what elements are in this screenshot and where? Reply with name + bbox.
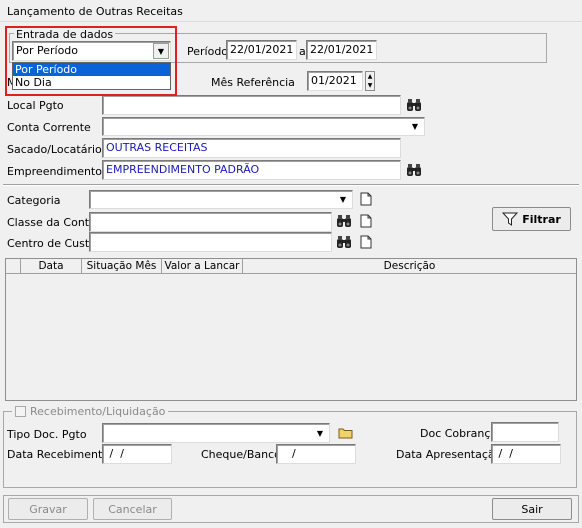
main-window: Lançamento de Outras Receitas Entrada de… [0,0,582,528]
results-grid[interactable]: Data Situação Mês Valor a Lancar Descriç… [5,258,577,401]
data-apres-label: Data Apresentação [396,448,502,461]
sacado-label: Sacado/Locatário [7,143,102,156]
periodo-end-value: 22/01/2021 [310,43,374,56]
grid-col-valor[interactable]: Valor a Lancar [162,259,243,273]
conta-corrente-select[interactable]: ▼ [102,117,425,136]
empreendimento-value: EMPREENDIMENTO PADRÃO [106,163,260,176]
window-title: Lançamento de Outras Receitas [0,0,582,22]
empreendimento-field[interactable]: EMPREENDIMENTO PADRÃO [102,160,401,180]
grid-col-descricao[interactable]: Descrição [243,259,576,273]
sacado-field[interactable]: OUTRAS RECEITAS [102,138,401,158]
centro-field[interactable] [89,232,332,252]
grid-col-data[interactable]: Data [21,259,82,273]
sacado-value: OUTRAS RECEITAS [106,141,208,154]
categoria-select[interactable]: ▼ [89,190,353,209]
periodo-end-field[interactable]: 22/01/2021 [306,40,377,60]
gravar-button[interactable]: Gravar [8,498,88,520]
grid-col-situacao[interactable]: Situação Mês [82,259,162,273]
filtrar-label: Filtrar [522,212,561,226]
data-apres-value: / / [495,447,513,460]
classe-field[interactable] [89,212,332,232]
data-receb-value: / / [106,447,124,460]
periodo-start-field[interactable]: 22/01/2021 [226,40,297,60]
grid-col-indicator [6,259,21,273]
doc-cobranca-label: Doc Cobrança [420,427,498,440]
cheque-label: Cheque/Banco [201,448,281,461]
cancelar-label: Cancelar [108,502,157,516]
sair-label: Sair [521,502,543,516]
data-receb-field[interactable]: / / [102,444,172,464]
filtrar-button[interactable]: Filtrar [492,207,571,231]
tipo-doc-select[interactable]: ▼ [102,423,330,443]
sair-button[interactable]: Sair [492,498,572,520]
local-pgto-label: Local Pgto [7,99,64,112]
binoculars-icon[interactable] [404,95,424,115]
data-apres-field[interactable]: / / [491,444,561,464]
new-document-icon[interactable] [356,211,376,231]
dropdown-arrow-icon[interactable]: ▼ [335,192,351,207]
gravar-label: Gravar [29,502,67,516]
categoria-label: Categoria [7,194,61,207]
doc-cobranca-field[interactable] [491,422,559,442]
data-receb-label: Data Recebimento [7,448,110,461]
classe-label: Classe da Conta [7,216,96,229]
empreendimento-label: Empreendimento [7,165,102,178]
new-document-icon[interactable] [356,232,376,252]
mes-ref-label: Mês Referência [211,76,295,89]
highlight-frame [5,26,177,96]
dropdown-arrow-icon[interactable]: ▼ [407,119,423,134]
mes-ref-value: 01/2021 [311,74,357,87]
centro-label: Centro de Custo [7,237,96,250]
binoculars-icon[interactable] [334,232,354,252]
cancelar-button[interactable]: Cancelar [93,498,172,520]
periodo-sep: a [299,45,306,58]
periodo-label: Período [187,45,229,58]
mes-ref-field[interactable]: 01/2021 [307,71,363,91]
folder-icon[interactable] [335,423,355,443]
cheque-value: / [292,447,296,460]
grid-header: Data Situação Mês Valor a Lancar Descriç… [6,259,576,274]
spin-down-icon[interactable]: ▼ [368,82,373,89]
spin-up-icon[interactable]: ▲ [368,73,373,80]
recebimento-legend: Recebimento/Liquidação [12,405,169,418]
funnel-icon [502,212,519,226]
periodo-start-value: 22/01/2021 [230,43,294,56]
new-document-icon[interactable] [356,189,376,209]
binoculars-icon[interactable] [334,211,354,231]
recebimento-checkbox[interactable] [15,406,26,417]
dropdown-arrow-icon[interactable]: ▼ [312,425,328,441]
conta-corrente-label: Conta Corrente [7,121,91,134]
recebimento-label: Recebimento/Liquidação [30,405,166,418]
cheque-field[interactable]: / [276,444,356,464]
local-pgto-field[interactable] [102,95,401,115]
binoculars-icon[interactable] [404,160,424,180]
divider [3,184,579,186]
tipo-doc-label: Tipo Doc. Pgto [7,428,87,441]
mes-ref-spinner[interactable]: ▲ ▼ [365,71,375,91]
